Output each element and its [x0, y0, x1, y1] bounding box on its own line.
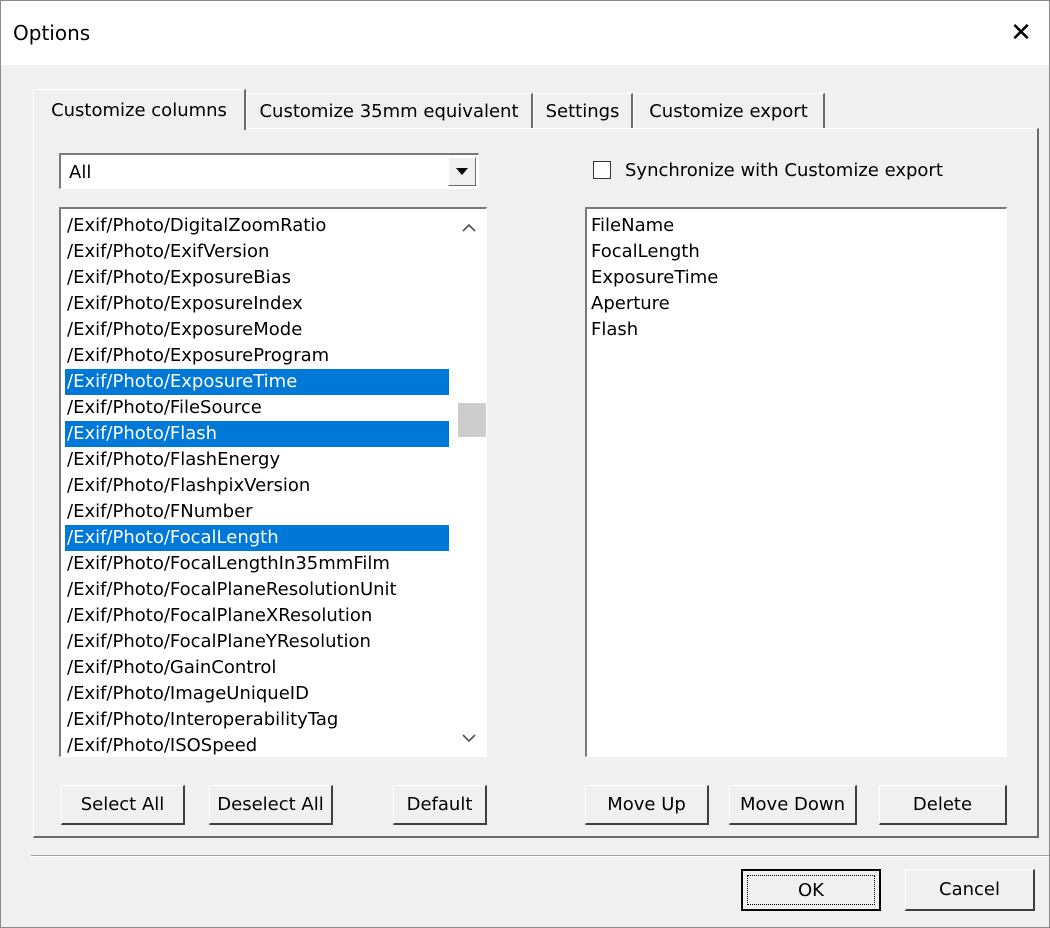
- list-item[interactable]: /Exif/Photo/Flash: [65, 421, 449, 447]
- chosen-columns-items: FileName FocalLength ExposureTime Aperture F…: [591, 213, 718, 343]
- list-item[interactable]: FocalLength: [591, 239, 718, 265]
- button-label: Select All: [80, 794, 165, 815]
- close-button[interactable]: ✕: [993, 1, 1049, 65]
- triangle-down-icon: [456, 168, 468, 175]
- list-item[interactable]: /Exif/Photo/ExifVersion: [65, 239, 449, 265]
- list-item[interactable]: /Exif/Photo/FocalPlaneResolutionUnit: [65, 577, 449, 603]
- sync-label: Synchronize with Customize export: [625, 159, 943, 181]
- cancel-button[interactable]: Cancel: [905, 869, 1035, 911]
- list-item[interactable]: /Exif/Photo/FocalLength: [65, 525, 449, 551]
- tab-label: Customize columns: [51, 99, 227, 121]
- tab-label: Settings: [545, 101, 620, 122]
- tab-label: Customize export: [649, 101, 808, 122]
- window-title: Options: [13, 21, 91, 45]
- default-button[interactable]: Default: [393, 785, 487, 825]
- list-item[interactable]: /Exif/Photo/FocalLengthIn35mmFilm: [65, 551, 449, 577]
- button-label: Move Up: [607, 794, 686, 815]
- filter-value: All: [69, 162, 92, 183]
- move-down-button[interactable]: Move Down: [729, 785, 857, 825]
- scroll-down-button[interactable]: [452, 723, 486, 753]
- button-label: Cancel: [939, 879, 1000, 900]
- list-item[interactable]: /Exif/Photo/FNumber: [65, 499, 449, 525]
- dropdown-button[interactable]: [448, 157, 476, 186]
- list-item[interactable]: /Exif/Photo/ISOSpeed: [65, 733, 449, 756]
- tab-customize-columns[interactable]: Customize columns: [33, 89, 246, 130]
- list-item[interactable]: /Exif/Photo/DigitalZoomRatio: [65, 213, 449, 239]
- list-item[interactable]: /Exif/Photo/ExposureBias: [65, 265, 449, 291]
- footer-separator: [31, 855, 1049, 857]
- chevron-down-icon: [462, 734, 476, 743]
- tab-customize-35mm[interactable]: Customize 35mm equivalent: [246, 93, 533, 129]
- list-item[interactable]: /Exif/Photo/ExposureIndex: [65, 291, 449, 317]
- select-all-button[interactable]: Select All: [61, 785, 185, 825]
- list-item[interactable]: /Exif/Photo/FocalPlaneYResolution: [65, 629, 449, 655]
- sync-checkbox-row[interactable]: Synchronize with Customize export: [593, 157, 943, 183]
- list-item[interactable]: Aperture: [591, 291, 718, 317]
- list-item[interactable]: /Exif/Photo/FileSource: [65, 395, 449, 421]
- scroll-thumb[interactable]: [458, 403, 486, 437]
- list-item[interactable]: ExposureTime: [591, 265, 718, 291]
- list-item[interactable]: Flash: [591, 317, 718, 343]
- delete-button[interactable]: Delete: [879, 785, 1007, 825]
- chosen-columns-list[interactable]: FileName FocalLength ExposureTime Aperture F…: [585, 207, 1007, 757]
- sync-checkbox[interactable]: [593, 161, 611, 179]
- available-fields-list[interactable]: /Exif/Photo/DigitalZoomRatio/Exif/Photo/…: [59, 207, 487, 757]
- button-label: Default: [406, 794, 473, 815]
- available-fields-items: /Exif/Photo/DigitalZoomRatio/Exif/Photo/…: [65, 213, 449, 756]
- options-dialog: Options ✕ Customize columns Customize 35…: [0, 0, 1050, 928]
- vertical-scrollbar[interactable]: [452, 209, 486, 756]
- button-label: Deselect All: [217, 794, 324, 815]
- close-icon: ✕: [1010, 18, 1032, 48]
- list-item[interactable]: /Exif/Photo/FocalPlaneXResolution: [65, 603, 449, 629]
- list-item[interactable]: /Exif/Photo/FlashEnergy: [65, 447, 449, 473]
- list-item[interactable]: /Exif/Photo/ImageUniqueID: [65, 681, 449, 707]
- list-item[interactable]: /Exif/Photo/ExposureMode: [65, 317, 449, 343]
- list-item[interactable]: /Exif/Photo/GainControl: [65, 655, 449, 681]
- list-item[interactable]: /Exif/Photo/InteroperabilityTag: [65, 707, 449, 733]
- filter-dropdown[interactable]: All: [59, 153, 479, 189]
- focus-rect: [747, 875, 875, 905]
- tab-settings[interactable]: Settings: [533, 93, 633, 129]
- tab-label: Customize 35mm equivalent: [259, 101, 519, 122]
- tab-customize-export[interactable]: Customize export: [633, 93, 825, 129]
- deselect-all-button[interactable]: Deselect All: [209, 785, 333, 825]
- title-bar: Options ✕: [1, 1, 1049, 65]
- list-item[interactable]: /Exif/Photo/ExposureProgram: [65, 343, 449, 369]
- move-up-button[interactable]: Move Up: [585, 785, 709, 825]
- chevron-up-icon: [462, 223, 476, 232]
- list-item[interactable]: /Exif/Photo/FlashpixVersion: [65, 473, 449, 499]
- ok-button[interactable]: OK: [741, 869, 881, 911]
- button-label: Delete: [912, 794, 973, 815]
- button-label: Move Down: [740, 794, 845, 815]
- list-item[interactable]: FileName: [591, 213, 718, 239]
- list-item[interactable]: /Exif/Photo/ExposureTime: [65, 369, 449, 395]
- scroll-up-button[interactable]: [452, 213, 486, 243]
